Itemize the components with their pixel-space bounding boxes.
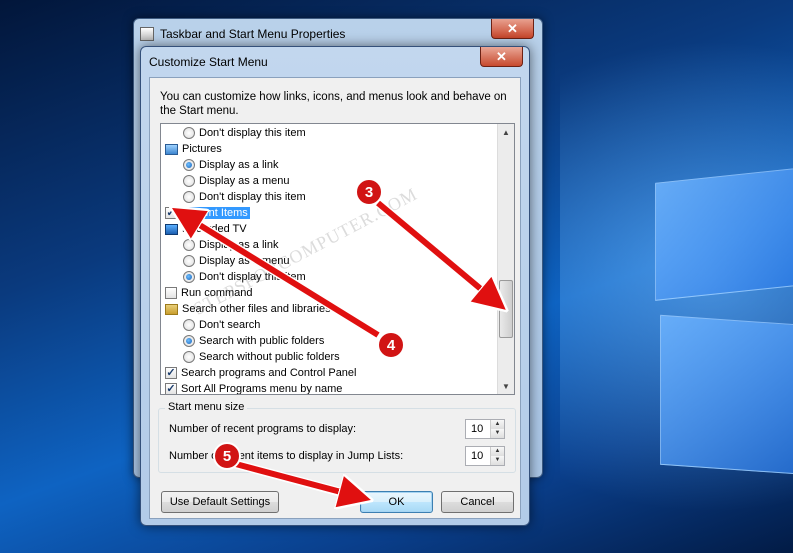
- list-item[interactable]: ✓ Recent Items: [165, 205, 250, 221]
- list-item-label: Display as a link: [199, 239, 279, 251]
- list-item-label: Recent Items: [181, 207, 250, 219]
- outer-close-button[interactable]: ✕: [491, 19, 534, 39]
- list-item[interactable]: Don't display this item: [183, 125, 306, 141]
- outer-title-bar: Taskbar and Start Menu Properties: [140, 23, 345, 45]
- radio-button[interactable]: [183, 191, 195, 203]
- outer-window-title: Taskbar and Start Menu Properties: [160, 27, 346, 41]
- checkbox[interactable]: ✓: [165, 383, 177, 394]
- recent-programs-spinner[interactable]: 10 ▲ ▼: [465, 419, 505, 439]
- list-item-label: Sort All Programs menu by name: [181, 383, 343, 395]
- list-item[interactable]: Don't search: [183, 317, 260, 333]
- list-item-label: Pictures: [182, 143, 222, 155]
- dialog-title: Customize Start Menu: [149, 55, 268, 69]
- spin-down-icon[interactable]: ▼: [491, 429, 504, 438]
- folder-icon: [165, 303, 178, 315]
- list-item[interactable]: Display as a link: [183, 157, 278, 173]
- list-item[interactable]: Search other files and libraries: [165, 301, 331, 317]
- recent-programs-value[interactable]: 10: [471, 423, 483, 435]
- list-item-label: Recorded TV: [182, 223, 247, 235]
- spin-up-icon[interactable]: ▲: [491, 420, 504, 429]
- list-item-label: Search with public folders: [199, 335, 325, 347]
- radio-button[interactable]: [183, 239, 195, 251]
- list-item[interactable]: Recorded TV: [165, 221, 247, 237]
- radio-button[interactable]: [183, 271, 195, 283]
- use-default-settings-button[interactable]: Use Default Settings: [161, 491, 279, 513]
- start-menu-size-group: Start menu size Number of recent program…: [158, 401, 516, 473]
- list-item[interactable]: Don't display this item: [183, 189, 306, 205]
- spinner-arrows[interactable]: ▲ ▼: [490, 420, 504, 438]
- list-vertical-scrollbar[interactable]: ▲ ▼: [497, 124, 514, 394]
- wallpaper-window-pane: [655, 167, 793, 301]
- spin-down-icon[interactable]: ▼: [491, 456, 504, 465]
- customize-start-menu-dialog: Customize Start Menu ✕ You can customize…: [140, 46, 530, 526]
- scrollbar-thumb[interactable]: [499, 280, 513, 338]
- radio-button[interactable]: [183, 255, 195, 267]
- dialog-client-area: You can customize how links, icons, and …: [149, 77, 521, 519]
- checkbox[interactable]: [165, 287, 177, 299]
- jump-list-value[interactable]: 10: [471, 450, 483, 462]
- jump-list-label: Number of recent items to display in Jum…: [169, 450, 404, 462]
- dialog-close-button[interactable]: ✕: [480, 47, 523, 67]
- taskbar-app-icon: [140, 27, 154, 41]
- options-list-content: Don't display this item Pictures Display a…: [161, 124, 497, 394]
- list-item-label: Display as a link: [199, 159, 279, 171]
- pictures-icon: [165, 143, 178, 155]
- recent-programs-label: Number of recent programs to display:: [169, 423, 357, 435]
- scroll-down-arrow-icon[interactable]: ▼: [498, 378, 514, 394]
- spin-up-icon[interactable]: ▲: [491, 447, 504, 456]
- list-item-label: Don't display this item: [199, 271, 306, 283]
- dialog-description: You can customize how links, icons, and …: [160, 91, 507, 117]
- list-item[interactable]: ✓ Sort All Programs menu by name: [165, 381, 343, 395]
- list-item[interactable]: Display as a menu: [183, 253, 290, 269]
- list-item[interactable]: Don't display this item: [183, 269, 306, 285]
- checkbox[interactable]: ✓: [165, 207, 177, 219]
- radio-button[interactable]: [183, 319, 195, 331]
- cancel-button[interactable]: Cancel: [441, 491, 514, 513]
- checkbox[interactable]: ✓: [165, 367, 177, 379]
- list-item[interactable]: Search with public folders: [183, 333, 324, 349]
- radio-button[interactable]: [183, 127, 195, 139]
- list-item[interactable]: Run command: [165, 285, 253, 301]
- tv-icon: [165, 223, 178, 235]
- list-item[interactable]: ✓ Search programs and Control Panel: [165, 365, 356, 381]
- list-item-label: Search programs and Control Panel: [181, 367, 357, 379]
- group-title: Start menu size: [165, 401, 248, 413]
- list-item-label: Don't display this item: [199, 191, 306, 203]
- list-item-label: Run command: [181, 287, 253, 299]
- jump-list-spinner[interactable]: 10 ▲ ▼: [465, 446, 505, 466]
- list-item-label: Don't display this item: [199, 127, 306, 139]
- scroll-up-arrow-icon[interactable]: ▲: [498, 124, 514, 140]
- list-item-label: Display as a menu: [199, 255, 290, 267]
- ok-button[interactable]: OK: [360, 491, 433, 513]
- list-item-label: Display as a menu: [199, 175, 290, 187]
- wallpaper-window-pane: [660, 314, 793, 476]
- list-item-label: Search other files and libraries: [182, 303, 331, 315]
- list-item[interactable]: Display as a menu: [183, 173, 290, 189]
- list-item[interactable]: Pictures: [165, 141, 222, 157]
- list-item[interactable]: Search without public folders: [183, 349, 340, 365]
- radio-button[interactable]: [183, 175, 195, 187]
- radio-button[interactable]: [183, 351, 195, 363]
- list-item-label: Don't search: [199, 319, 261, 331]
- radio-button[interactable]: [183, 335, 195, 347]
- start-menu-options-list[interactable]: Don't display this item Pictures Display a…: [160, 123, 515, 395]
- spinner-arrows[interactable]: ▲ ▼: [490, 447, 504, 465]
- list-item-label: Search without public folders: [199, 351, 340, 363]
- radio-button[interactable]: [183, 159, 195, 171]
- list-item[interactable]: Display as a link: [183, 237, 278, 253]
